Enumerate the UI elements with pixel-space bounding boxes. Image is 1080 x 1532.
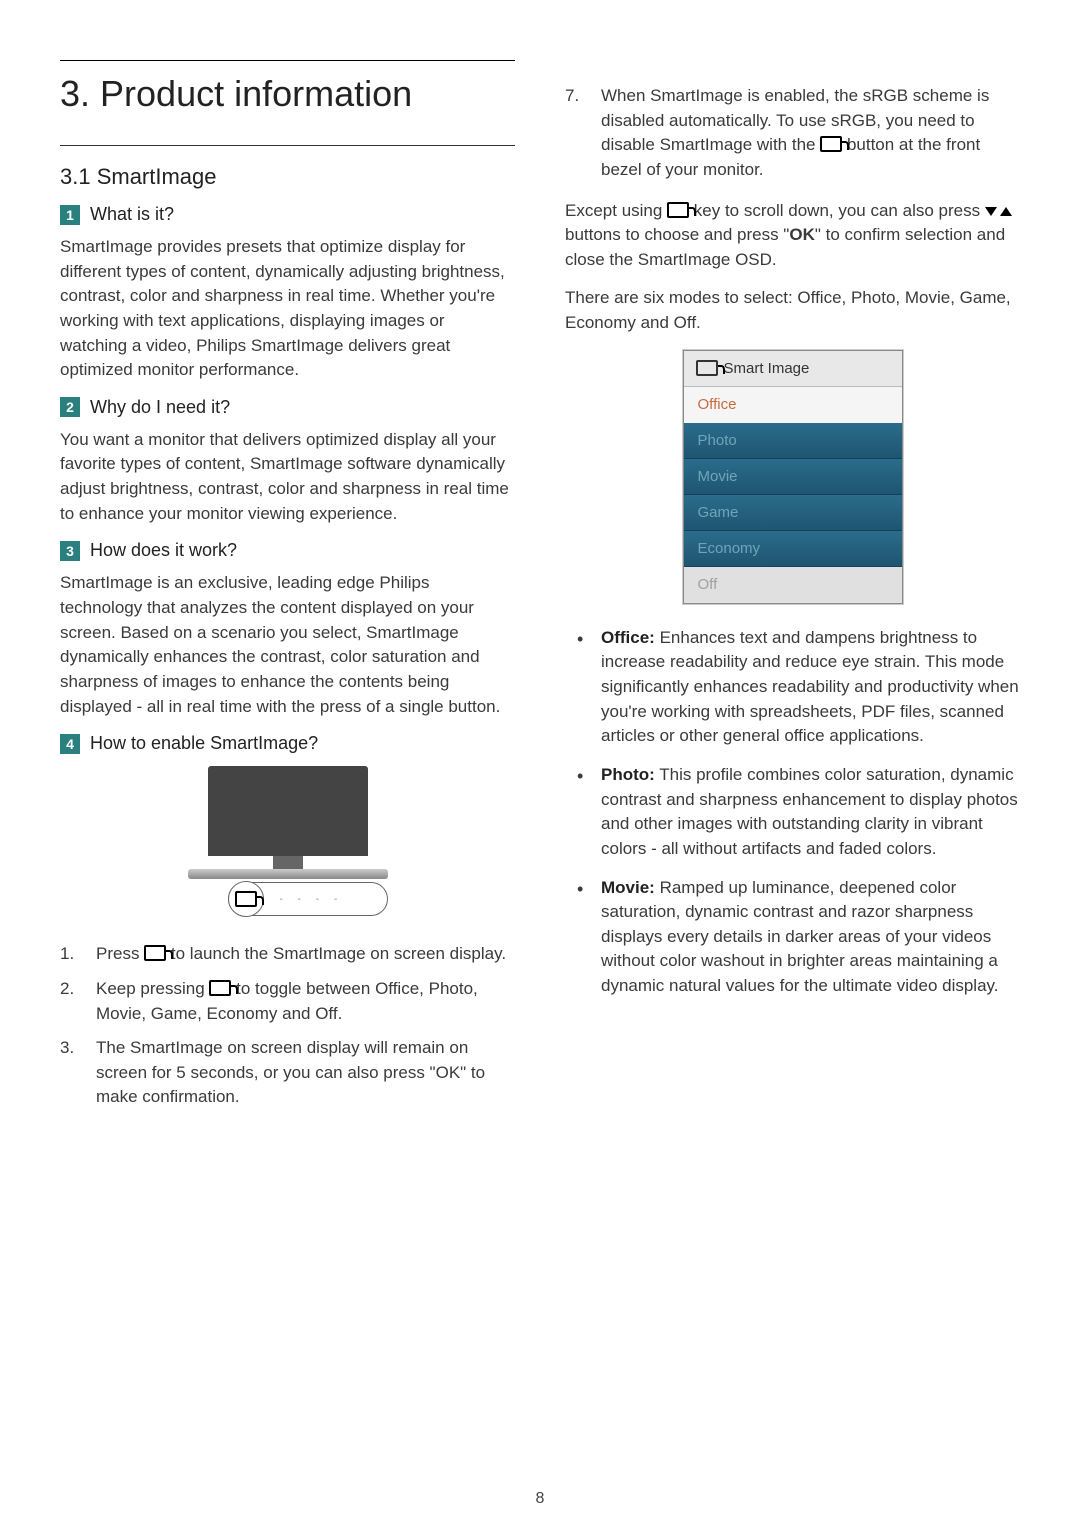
monitor-button-strip: - - - - <box>228 882 388 916</box>
right-column: When SmartImage is enabled, the sRGB sch… <box>565 60 1020 1126</box>
enable-steps: Press to launch the SmartImage on screen… <box>60 942 515 1110</box>
osd-item-movie: Movie <box>684 459 902 495</box>
osd-item-office: Office <box>684 387 902 423</box>
badge-2: 2 <box>60 397 80 417</box>
osd-header-text: Smart Image <box>724 360 810 377</box>
smartimage-icon <box>667 202 689 218</box>
heading-how-work: 3 How does it work? <box>60 540 515 561</box>
osd-item-game: Game <box>684 495 902 531</box>
heading-what-is-it: 1 What is it? <box>60 204 515 225</box>
step-2-text-a: Keep pressing <box>96 979 209 998</box>
paragraph-except: Except using key to scroll down, you can… <box>565 199 1020 273</box>
mode-office-label: Office: <box>601 628 655 647</box>
smartimage-icon <box>820 136 842 152</box>
step-3: The SmartImage on screen display will re… <box>60 1036 515 1110</box>
except-b: key to scroll down, you can also press <box>689 201 985 220</box>
paragraph-six-modes: There are six modes to select: Office, P… <box>565 286 1020 335</box>
mode-photo-label: Photo: <box>601 765 655 784</box>
paragraph-why-need: You want a monitor that delivers optimiz… <box>60 428 515 527</box>
mode-movie-label: Movie: <box>601 878 655 897</box>
mode-movie: Movie: Ramped up luminance, deepened col… <box>565 876 1020 999</box>
monitor-other-buttons: - - - - <box>280 894 344 905</box>
arrow-down-icon <box>985 207 997 216</box>
mode-photo-text: This profile combines color saturation, … <box>601 765 1018 858</box>
smartimage-icon <box>144 945 166 961</box>
step-4: When SmartImage is enabled, the sRGB sch… <box>565 84 1020 183</box>
heading-how-enable: 4 How to enable SmartImage? <box>60 733 515 754</box>
osd-item-off: Off <box>684 567 902 603</box>
monitor-smartimage-button <box>228 881 264 917</box>
badge-1: 1 <box>60 205 80 225</box>
monitor-screen <box>208 766 368 856</box>
osd-item-photo: Photo <box>684 423 902 459</box>
ok-label: OK <box>789 225 815 244</box>
paragraph-how-work: SmartImage is an exclusive, leading edge… <box>60 571 515 719</box>
heading-why-need: 2 Why do I need it? <box>60 397 515 418</box>
paragraph-what-is-it: SmartImage provides presets that optimiz… <box>60 235 515 383</box>
step-1-text-b: to launch the SmartImage on screen displ… <box>166 944 506 963</box>
smartimage-icon <box>235 891 257 907</box>
monitor-stand-neck <box>273 856 303 870</box>
enable-steps-continued: When SmartImage is enabled, the sRGB sch… <box>565 84 1020 183</box>
step-1: Press to launch the SmartImage on screen… <box>60 942 515 967</box>
monitor-stand-base <box>188 869 388 879</box>
osd-menu: Smart Image Office Photo Movie Game Econ… <box>683 350 903 604</box>
mode-photo: Photo: This profile combines color satur… <box>565 763 1020 862</box>
step-2: Keep pressing to toggle between Office, … <box>60 977 515 1026</box>
mode-movie-text: Ramped up luminance, deepened color satu… <box>601 878 999 996</box>
arrow-up-icon <box>1000 207 1012 216</box>
badge-4: 4 <box>60 734 80 754</box>
heading-text-4: How to enable SmartImage? <box>90 733 318 754</box>
page-number: 8 <box>0 1490 1080 1508</box>
mode-office-text: Enhances text and dampens brightness to … <box>601 628 1019 746</box>
page-title: 3. Product information <box>60 60 515 115</box>
smartimage-icon <box>696 360 718 376</box>
heading-text-2: Why do I need it? <box>90 397 230 418</box>
smartimage-icon <box>209 980 231 996</box>
osd-header: Smart Image <box>684 351 902 387</box>
monitor-illustration: - - - - <box>158 764 418 924</box>
heading-text-1: What is it? <box>90 204 174 225</box>
step-1-text-a: Press <box>96 944 144 963</box>
badge-3: 3 <box>60 541 80 561</box>
except-c: buttons to choose and press " <box>565 225 789 244</box>
mode-office: Office: Enhances text and dampens bright… <box>565 626 1020 749</box>
osd-item-economy: Economy <box>684 531 902 567</box>
left-column: 3. Product information 3.1 SmartImage 1 … <box>60 60 515 1126</box>
section-title: 3.1 SmartImage <box>60 145 515 190</box>
except-a: Except using <box>565 201 667 220</box>
heading-text-3: How does it work? <box>90 540 237 561</box>
modes-list: Office: Enhances text and dampens bright… <box>565 626 1020 999</box>
